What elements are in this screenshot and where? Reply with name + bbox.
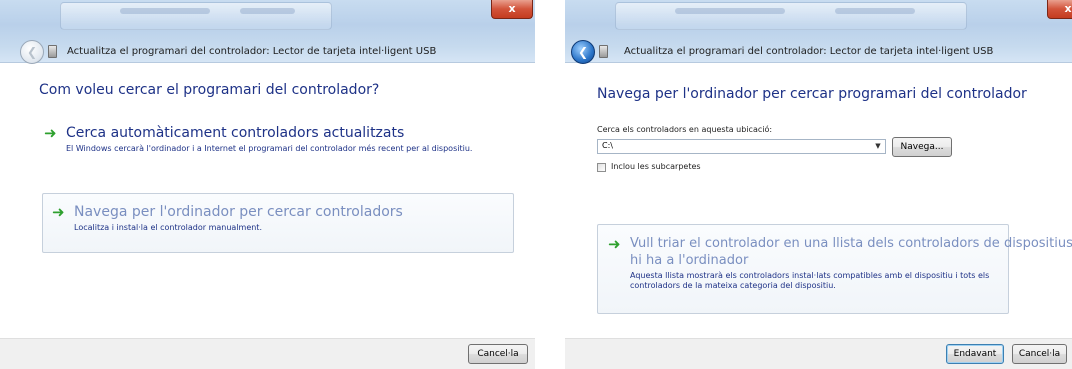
search-location-label: Cerca els controladors en aquesta ubicac… bbox=[597, 125, 773, 134]
title-bar: x ❮ Actualitza el programari del control… bbox=[0, 0, 535, 64]
option-description-line2: controladors de la mateixa categoria del… bbox=[630, 281, 836, 290]
background-glass-streak bbox=[240, 8, 295, 14]
close-icon: x bbox=[1064, 2, 1072, 15]
green-arrow-icon: ➜ bbox=[44, 124, 57, 142]
option-title-line2: hi ha a l'ordinador bbox=[630, 253, 749, 268]
option-description: Localitza i instal·la el controlador man… bbox=[74, 223, 262, 232]
driver-wizard-window-browse: x ❮ Actualitza el programari del control… bbox=[565, 0, 1072, 369]
window-title: Actualitza el programari del controlador… bbox=[67, 46, 437, 57]
background-glass-streak bbox=[120, 8, 210, 14]
background-glass-streak bbox=[675, 8, 785, 14]
page-heading: Com voleu cercar el programari del contr… bbox=[39, 82, 380, 98]
next-button[interactable]: Endavant bbox=[946, 344, 1004, 364]
close-icon: x bbox=[508, 2, 516, 15]
smart-card-reader-icon bbox=[599, 45, 608, 58]
green-arrow-icon: ➜ bbox=[52, 203, 65, 221]
include-subfolders-label: Inclou les subcarpetes bbox=[611, 162, 701, 171]
option-title: Cerca automàticament controladors actual… bbox=[66, 125, 405, 141]
chevron-down-icon[interactable]: ▼ bbox=[872, 141, 884, 152]
button-bar: Cancel·la bbox=[0, 338, 535, 369]
back-arrow-icon: ❮ bbox=[577, 45, 589, 59]
background-glass-streak bbox=[835, 8, 915, 14]
button-bar: Endavant Cancel·la bbox=[565, 338, 1072, 369]
option-title: Navega per l'ordinador per cercar contro… bbox=[74, 204, 403, 220]
option-description: El Windows cercarà l'ordinador i a Inter… bbox=[66, 144, 473, 153]
cancel-button[interactable]: Cancel·la bbox=[468, 344, 528, 364]
option-title-line1: Vull triar el controlador en una llista … bbox=[630, 236, 1072, 251]
option-pick-from-list[interactable]: ➜ Vull triar el controlador en una llist… bbox=[597, 224, 1072, 314]
close-button[interactable]: x bbox=[491, 0, 533, 19]
browse-button[interactable]: Navega... bbox=[892, 137, 952, 157]
option-description-line1: Aquesta llista mostrarà els controladors… bbox=[630, 271, 990, 280]
back-arrow-icon: ❮ bbox=[26, 45, 38, 59]
include-subfolders-checkbox[interactable] bbox=[597, 163, 606, 172]
driver-wizard-window-search-method: x ❮ Actualitza el programari del control… bbox=[0, 0, 535, 369]
close-button[interactable]: x bbox=[1047, 0, 1072, 19]
smart-card-reader-icon bbox=[48, 45, 57, 58]
path-combobox[interactable]: C:\ ▼ bbox=[597, 139, 886, 154]
green-arrow-icon: ➜ bbox=[608, 235, 621, 253]
window-title: Actualitza el programari del controlador… bbox=[624, 46, 994, 57]
option-browse-computer[interactable]: ➜ Navega per l'ordinador per cercar cont… bbox=[42, 193, 514, 253]
background-glass-reflection bbox=[615, 2, 967, 30]
title-bar: x ❮ Actualitza el programari del control… bbox=[565, 0, 1072, 64]
path-value: C:\ bbox=[602, 141, 613, 150]
back-button: ❮ bbox=[20, 40, 44, 64]
cancel-button[interactable]: Cancel·la bbox=[1012, 344, 1067, 364]
page-heading: Navega per l'ordinador per cercar progra… bbox=[597, 86, 1027, 102]
background-glass-reflection bbox=[60, 2, 332, 30]
back-button[interactable]: ❮ bbox=[571, 40, 595, 64]
